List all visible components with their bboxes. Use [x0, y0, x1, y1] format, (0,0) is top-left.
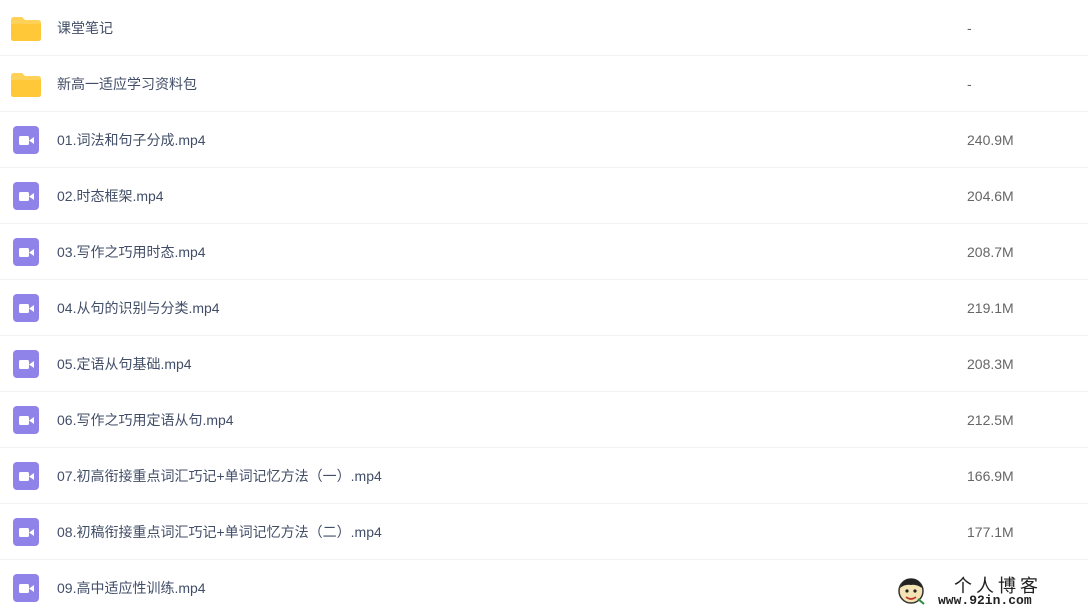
file-name[interactable]: 03.写作之巧用时态.mp4: [57, 242, 206, 262]
file-size: 208.7M: [967, 243, 1014, 260]
file-name[interactable]: 01.词法和句子分成.mp4: [57, 130, 206, 150]
file-row-video[interactable]: 07.初高衔接重点词汇巧记+单词记忆方法（一）.mp4 166.9M: [0, 448, 1088, 504]
file-name[interactable]: 04.从句的识别与分类.mp4: [57, 298, 220, 318]
video-file-icon: [13, 349, 39, 378]
file-name[interactable]: 07.初高衔接重点词汇巧记+单词记忆方法（一）.mp4: [57, 466, 382, 486]
video-file-icon: [13, 405, 39, 434]
file-name[interactable]: 08.初稿衔接重点词汇巧记+单词记忆方法（二）.mp4: [57, 522, 382, 542]
file-name[interactable]: 02.时态框架.mp4: [57, 186, 164, 206]
file-name[interactable]: 09.高中适应性训练.mp4: [57, 578, 206, 598]
file-list: 课堂笔记 - 新高一适应学习资料包 - 01.词法和句子分成.mp4 240.9…: [0, 0, 1088, 616]
file-row-video[interactable]: 02.时态框架.mp4 204.6M: [0, 168, 1088, 224]
file-row-folder[interactable]: 课堂笔记 -: [0, 0, 1088, 56]
file-name[interactable]: 新高一适应学习资料包: [57, 74, 197, 94]
folder-icon: [11, 72, 41, 97]
file-size: 240.9M: [967, 131, 1014, 148]
blog-watermark: 个人博客 www.92in.com: [896, 572, 1086, 612]
watermark-url: www.92in.com: [938, 593, 1032, 608]
mascot-logo-icon: [898, 578, 925, 605]
file-size: 177.1M: [967, 523, 1014, 540]
file-name[interactable]: 课堂笔记: [57, 18, 113, 38]
folder-icon: [11, 16, 41, 41]
video-file-icon: [13, 574, 39, 602]
file-size: 204.6M: [967, 187, 1014, 204]
video-file-icon: [13, 237, 39, 266]
video-file-icon: [13, 181, 39, 210]
file-name[interactable]: 06.写作之巧用定语从句.mp4: [57, 410, 234, 430]
video-file-icon: [13, 461, 39, 490]
file-row-video[interactable]: 04.从句的识别与分类.mp4 219.1M: [0, 280, 1088, 336]
file-row-video[interactable]: 06.写作之巧用定语从句.mp4 212.5M: [0, 392, 1088, 448]
file-row-video[interactable]: 05.定语从句基础.mp4 208.3M: [0, 336, 1088, 392]
video-file-icon: [13, 517, 39, 546]
file-size: -: [967, 19, 972, 36]
file-row-folder[interactable]: 新高一适应学习资料包 -: [0, 56, 1088, 112]
file-name[interactable]: 05.定语从句基础.mp4: [57, 354, 192, 374]
file-size: -: [967, 75, 972, 92]
video-file-icon: [13, 125, 39, 154]
file-row-video[interactable]: 01.词法和句子分成.mp4 240.9M: [0, 112, 1088, 168]
file-row-video[interactable]: 03.写作之巧用时态.mp4 208.7M: [0, 224, 1088, 280]
file-size: 166.9M: [967, 467, 1014, 484]
file-size: 212.5M: [967, 411, 1014, 428]
file-row-video[interactable]: 08.初稿衔接重点词汇巧记+单词记忆方法（二）.mp4 177.1M: [0, 504, 1088, 560]
video-file-icon: [13, 293, 39, 322]
file-size: 208.3M: [967, 355, 1014, 372]
file-size: 219.1M: [967, 299, 1014, 316]
